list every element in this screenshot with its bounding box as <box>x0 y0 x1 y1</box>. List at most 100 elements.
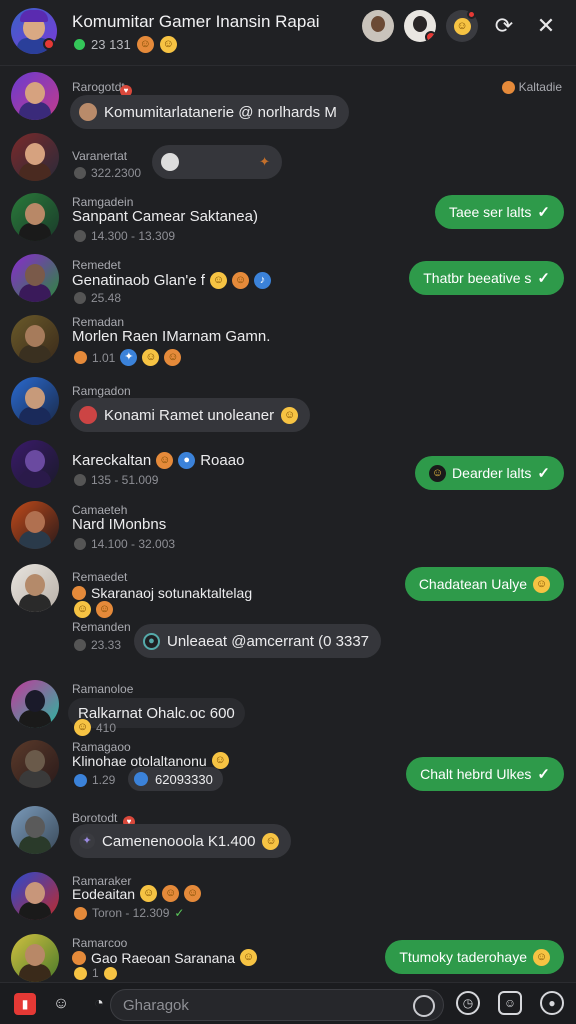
message-body: Morlen Raen IMarnam Gamn. <box>72 328 271 345</box>
message-input[interactable] <box>123 996 403 1014</box>
meta-text: 23.33 <box>91 638 122 652</box>
clock-icon <box>74 230 86 242</box>
sticker-icon: ☺ <box>503 996 517 1010</box>
message-meta: 1 <box>74 966 117 980</box>
user-avatar[interactable] <box>11 193 59 241</box>
notification-badge-icon <box>425 31 436 42</box>
message-text: Nard IMonbns <box>72 516 166 533</box>
voice-button[interactable]: ● <box>540 991 564 1015</box>
meta-text: 1.01 <box>92 350 116 365</box>
timer-button[interactable]: ◷ <box>456 991 480 1015</box>
sender-name: Varanertat <box>72 149 128 163</box>
message-bubble[interactable]: ✦ <box>152 145 282 179</box>
emoji-icon: ☺ <box>184 885 202 902</box>
chat-subtitle: 23 131 ☺ ☺ <box>74 36 177 53</box>
emoji-icon <box>72 586 86 600</box>
chat-title: Komumitar Gamer Inansin Rapai <box>72 12 320 31</box>
sender-name: Ramgadein <box>72 195 134 209</box>
check-icon: ✓ <box>174 906 185 920</box>
reply-bubble[interactable]: Ttumoky taderohaye ☺ <box>385 940 564 974</box>
meta-text: 14.100 - 32.003 <box>91 537 176 551</box>
record-button[interactable]: ▮ <box>14 993 36 1015</box>
user-avatar[interactable] <box>11 72 59 120</box>
user-avatar[interactable] <box>11 564 59 612</box>
user-avatar[interactable] <box>11 680 59 728</box>
timer-icon: ◷ <box>462 996 474 1010</box>
message-input-wrapper <box>110 989 444 1021</box>
user-avatar[interactable] <box>11 806 59 854</box>
reply-bubble[interactable]: Chadatean Ualye ☺ <box>404 567 564 601</box>
reply-bubble[interactable]: Taee ser lalts ✓ <box>434 195 564 229</box>
reaction-button[interactable]: ☺ <box>446 10 478 42</box>
mic-icon[interactable] <box>413 995 435 1017</box>
message-bubble[interactable]: Komumitarlatanerie @ norlhards M <box>70 95 349 129</box>
meta-text: 135 - 51.009 <box>91 473 159 487</box>
message-composer: ▮ ☺ ◔ ◷ ☺ ● <box>0 982 576 1024</box>
user-avatar[interactable] <box>11 501 59 549</box>
sender-name: Ramarcoo <box>72 936 128 950</box>
composer-right-actions: ◷ ☺ ● <box>456 991 564 1015</box>
reply-bubble[interactable]: Chalt hebrd Ulkes ✓ <box>406 757 564 791</box>
participant-avatar[interactable] <box>362 10 394 42</box>
reply-text: Thatbr beeative s <box>423 270 532 286</box>
emoji-icon: ☺ <box>240 949 257 966</box>
user-avatar[interactable] <box>11 440 59 488</box>
emoji-icon: ☺ <box>281 406 299 424</box>
reply-text: Chalt hebrd Ulkes <box>420 766 532 782</box>
reply-bubble[interactable]: ☺ Dearder lalts ✓ <box>415 456 564 490</box>
attach-button[interactable]: ◔ <box>86 991 112 1017</box>
message-meta: ☺ 410 <box>74 719 116 736</box>
message-meta: 14.300 - 13.309 <box>74 229 175 243</box>
message-body: Kareckaltan <box>72 452 152 469</box>
clock-icon <box>74 292 86 304</box>
message-body: Gao Raeoan Saranana <box>91 949 235 966</box>
attach-icon: ◔ <box>94 995 104 1012</box>
user-avatar[interactable] <box>11 740 59 788</box>
message-meta: 1.29 <box>74 773 115 787</box>
side-label: Kaltadie <box>501 80 562 94</box>
message-bubble[interactable]: ● Unleaeat @amcerrant (0 3337 <box>134 624 382 658</box>
sticker-button[interactable]: ☺ <box>498 991 522 1015</box>
message-body: Skaranaoj sotunaktaltelag <box>91 585 253 601</box>
user-thumbnail <box>161 153 179 171</box>
message-body: Sanpant Camear Saktanea) <box>72 208 258 225</box>
sender-name: Camaeteh <box>72 503 128 517</box>
meta-text: 14.300 - 13.309 <box>91 229 176 243</box>
sender-name: Ramgadon <box>72 384 131 398</box>
close-button[interactable]: ✕ <box>530 10 562 42</box>
reply-bubble[interactable]: Thatbr beeative s ✓ <box>409 261 564 295</box>
user-thumbnail <box>79 406 97 424</box>
live-badge-icon <box>43 38 55 50</box>
emoji-icon <box>72 950 86 965</box>
user-avatar[interactable] <box>11 315 59 363</box>
participant-avatar[interactable] <box>404 10 436 42</box>
emoji-icon: ☺ <box>533 948 550 966</box>
sender-name: Remaedet <box>72 570 128 584</box>
emoji-icon: ☺ <box>74 601 91 618</box>
chat-header: Komumitar Gamer Inansin Rapai 23 131 ☺ ☺… <box>0 0 576 66</box>
message-body: Genatinaob Glan'e f <box>72 272 205 289</box>
emoji-icon <box>501 80 515 94</box>
user-avatar[interactable] <box>11 254 59 302</box>
message-meta: 135 - 51.009 <box>74 473 158 487</box>
message-meta: 322.2300 <box>74 166 141 180</box>
sender-name: Remanden <box>72 620 131 634</box>
emoji-icon: ☺ <box>211 752 229 769</box>
refresh-button[interactable]: ⟳ <box>488 10 520 42</box>
record-icon: ▮ <box>21 997 29 1011</box>
message-bubble[interactable]: ✦ Camenenooola K1.400 ☺ <box>70 824 292 858</box>
emoji-icon: ✦ <box>120 349 138 366</box>
user-avatar[interactable] <box>11 133 59 181</box>
emoji-button[interactable]: ☺ <box>48 991 74 1017</box>
user-avatar[interactable] <box>11 934 59 982</box>
message-bubble[interactable]: Konami Ramet unoleaner ☺ <box>70 398 311 432</box>
user-avatar[interactable] <box>11 872 59 920</box>
composer-left-actions: ▮ ☺ ◔ <box>14 991 112 1017</box>
reply-text: Taee ser lalts <box>448 204 532 220</box>
sender-name: Remedet <box>72 258 121 272</box>
side-label-text: Kaltadie <box>518 80 562 94</box>
meta-text: 1.29 <box>92 773 116 787</box>
user-avatar[interactable] <box>11 377 59 425</box>
user-thumbnail <box>79 103 97 121</box>
message-bubble[interactable]: 62093330 <box>128 767 223 791</box>
